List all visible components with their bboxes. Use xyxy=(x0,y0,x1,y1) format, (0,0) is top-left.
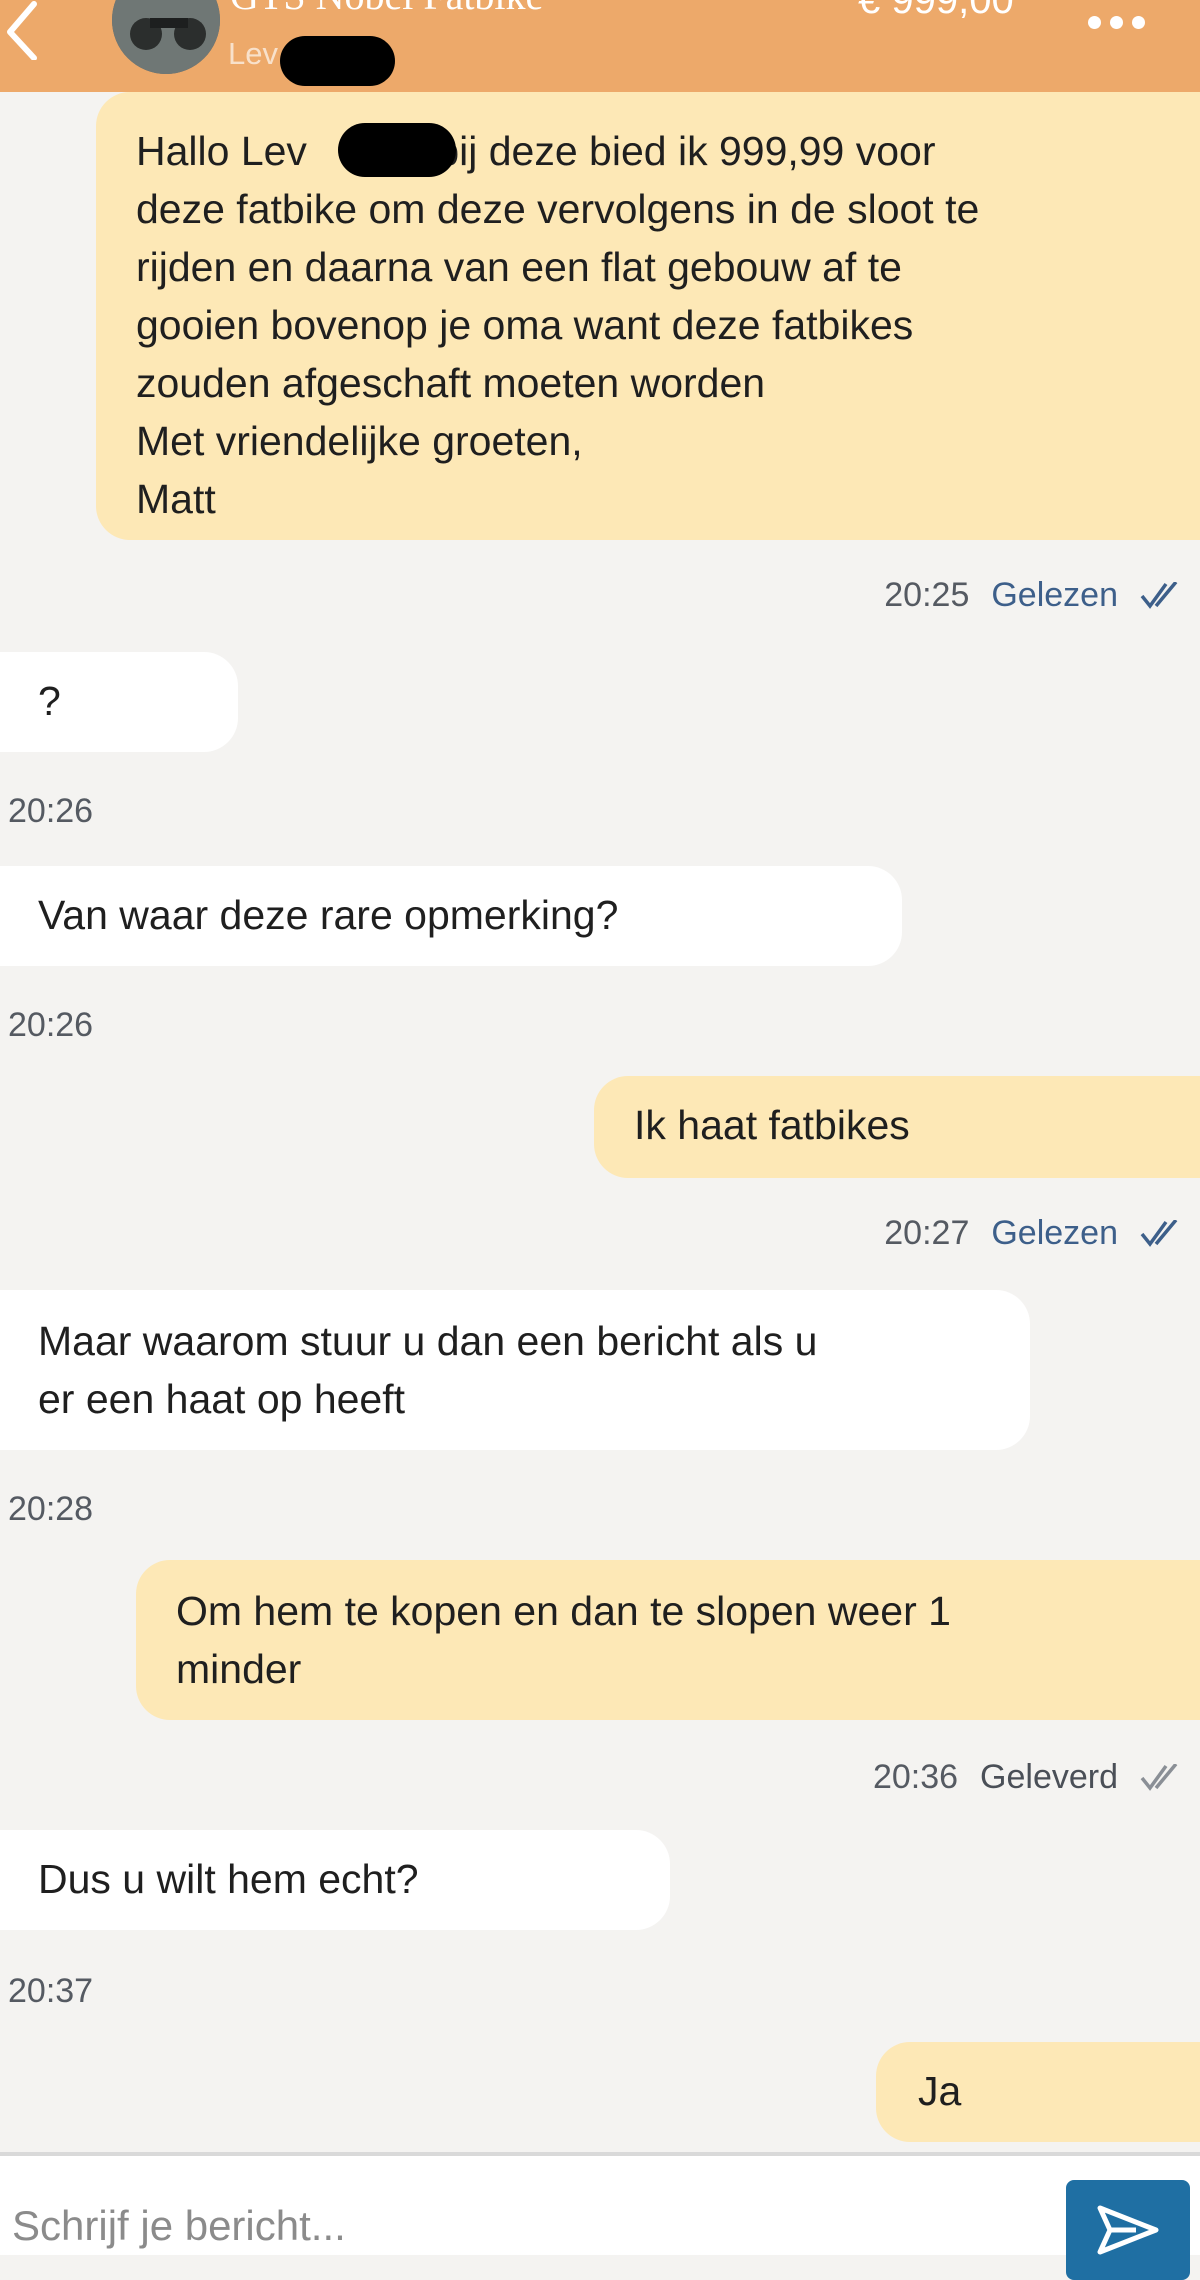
received-message[interactable]: Dus u wilt hem echt? xyxy=(0,1830,670,1930)
message-text: Hallo Lev bij deze bied ik 999,99 voor d… xyxy=(136,128,980,522)
read-status: Gelezen xyxy=(991,576,1118,614)
message-text: Ik haat fatbikes xyxy=(634,1102,910,1148)
message-time: 20:37 xyxy=(8,1972,94,2010)
message-time: 20:28 xyxy=(8,1490,94,1528)
message-time: 20:26 xyxy=(8,1006,94,1044)
double-check-icon xyxy=(1140,581,1178,609)
chevron-left-icon[interactable] xyxy=(0,0,60,60)
fatbike-image xyxy=(112,0,220,74)
message-text: Van waar deze rare opmerking? xyxy=(38,892,619,938)
redaction-mark xyxy=(338,123,456,177)
contact-name: Lev xyxy=(228,36,278,71)
message-text: Om hem te kopen en dan te slopen weer 1 … xyxy=(176,1588,951,1692)
message-text: Ja xyxy=(918,2068,962,2114)
sent-message[interactable]: Om hem te kopen en dan te slopen weer 1 … xyxy=(136,1560,1200,1720)
listing-thumbnail[interactable] xyxy=(112,0,220,74)
send-arrow-icon xyxy=(1097,2205,1159,2255)
message-meta: 20:36 Geleverd xyxy=(873,1758,1182,1797)
message-time: 20:36 xyxy=(872,1758,959,1796)
chat-header: GTS Nobel Fatbike Lev € 999,00 xyxy=(0,0,1200,92)
message-time: 20:26 xyxy=(8,792,94,830)
double-check-icon xyxy=(1140,1219,1178,1247)
message-meta: 20:27 Gelezen xyxy=(884,1214,1182,1253)
sent-message[interactable]: Hallo Lev bij deze bied ik 999,99 voor d… xyxy=(96,92,1200,540)
read-status: Gelezen xyxy=(991,1214,1118,1252)
message-meta: 20:25 Gelezen xyxy=(884,576,1182,615)
received-message[interactable]: Van waar deze rare opmerking? xyxy=(0,866,902,966)
message-time: 20:27 xyxy=(884,1214,970,1252)
message-text: Dus u wilt hem echt? xyxy=(38,1856,419,1902)
delivery-status: Geleverd xyxy=(980,1758,1118,1796)
listing-price: € 999,00 xyxy=(858,0,1014,22)
received-message[interactable]: Maar waarom stuur u dan een bericht als … xyxy=(0,1290,1030,1450)
double-check-icon xyxy=(1140,1763,1178,1791)
message-list[interactable]: Hallo Lev bij deze bied ik 999,99 voor d… xyxy=(0,92,1200,2152)
sent-message[interactable]: Ik haat fatbikes xyxy=(594,1076,1200,1178)
message-text: ? xyxy=(38,678,61,724)
more-dots-icon[interactable] xyxy=(1088,16,1145,29)
received-message[interactable]: ? xyxy=(0,652,238,752)
send-button[interactable] xyxy=(1066,2180,1190,2280)
message-composer xyxy=(0,2152,1200,2280)
sent-message[interactable]: Ja xyxy=(876,2042,1200,2142)
message-text: Maar waarom stuur u dan een bericht als … xyxy=(38,1318,818,1422)
message-time: 20:25 xyxy=(884,576,970,614)
redaction-mark xyxy=(280,36,395,86)
message-input[interactable] xyxy=(12,2202,1012,2250)
listing-title[interactable]: GTS Nobel Fatbike xyxy=(230,0,543,19)
